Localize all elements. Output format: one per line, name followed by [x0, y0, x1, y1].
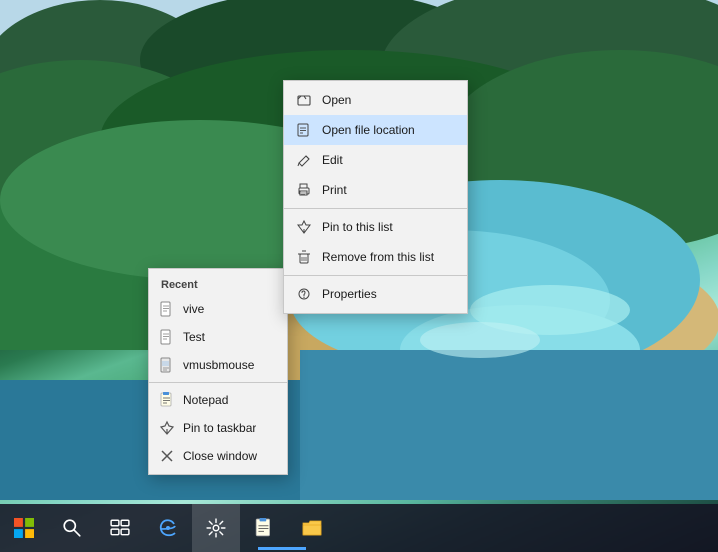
- pin-action-icon: [159, 420, 175, 436]
- jump-item-label: vmusbmouse: [183, 358, 254, 372]
- active-app-indicator: [258, 547, 306, 550]
- properties-icon: [296, 286, 312, 302]
- jump-action-close-window[interactable]: Close window: [149, 442, 287, 470]
- jump-separator: [149, 382, 287, 383]
- pin-to-list-icon: [296, 219, 312, 235]
- jump-item-label: vive: [183, 302, 204, 316]
- jump-list-section-header: Recent: [149, 277, 287, 295]
- context-menu-separator-1: [284, 208, 467, 209]
- jump-item-label: Pin to taskbar: [183, 421, 256, 435]
- open-icon: [296, 92, 312, 108]
- open-file-location-label: Open file location: [322, 123, 415, 137]
- jump-item-label: Close window: [183, 449, 257, 463]
- open-location-icon: [296, 122, 312, 138]
- settings-button[interactable]: [192, 504, 240, 552]
- jump-item-vive[interactable]: vive: [149, 295, 287, 323]
- taskbar: [0, 504, 718, 552]
- notepad-taskbar-button[interactable]: [240, 504, 288, 552]
- context-menu-edit[interactable]: Edit: [284, 145, 467, 175]
- jump-list: Recent vive Test: [148, 268, 288, 475]
- notepad-app-icon: [159, 392, 175, 408]
- context-menu: Open Open file location Edit: [283, 80, 468, 314]
- jump-item-vmusbmouse[interactable]: vmusbmouse: [149, 351, 287, 379]
- open-label: Open: [322, 93, 351, 107]
- close-window-icon: [159, 448, 175, 464]
- properties-label: Properties: [322, 287, 377, 301]
- pin-to-list-label: Pin to this list: [322, 220, 393, 234]
- context-menu-open[interactable]: Open: [284, 85, 467, 115]
- document-image-icon: [159, 357, 175, 373]
- context-menu-open-file-location[interactable]: Open file location: [284, 115, 467, 145]
- document-icon: [159, 329, 175, 345]
- print-icon: [296, 182, 312, 198]
- start-button[interactable]: [0, 504, 48, 552]
- document-icon: [159, 301, 175, 317]
- jump-item-label: Test: [183, 330, 205, 344]
- jump-action-notepad[interactable]: Notepad: [149, 386, 287, 414]
- edit-label: Edit: [322, 153, 343, 167]
- edge-button[interactable]: [144, 504, 192, 552]
- context-menu-print[interactable]: Print: [284, 175, 467, 205]
- jump-item-test[interactable]: Test: [149, 323, 287, 351]
- search-button[interactable]: [48, 504, 96, 552]
- task-view-button[interactable]: [96, 504, 144, 552]
- jump-item-label: Notepad: [183, 393, 228, 407]
- context-menu-separator-2: [284, 275, 467, 276]
- context-menu-properties[interactable]: Properties: [284, 279, 467, 309]
- jump-action-pin-taskbar[interactable]: Pin to taskbar: [149, 414, 287, 442]
- context-menu-remove-from-list[interactable]: Remove from this list: [284, 242, 467, 272]
- context-menu-pin-to-list[interactable]: Pin to this list: [284, 212, 467, 242]
- edit-icon: [296, 152, 312, 168]
- remove-from-list-label: Remove from this list: [322, 250, 434, 264]
- explorer-button[interactable]: [288, 504, 336, 552]
- remove-from-list-icon: [296, 249, 312, 265]
- print-label: Print: [322, 183, 347, 197]
